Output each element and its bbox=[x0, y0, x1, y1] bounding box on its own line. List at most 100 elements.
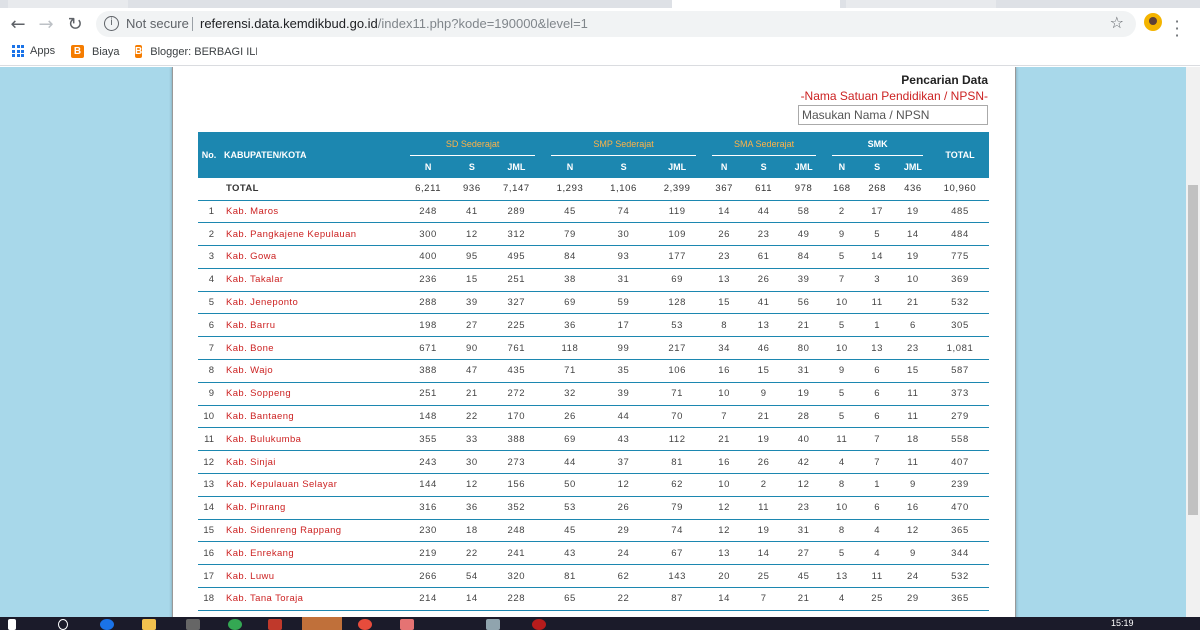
app-icon[interactable] bbox=[486, 619, 500, 630]
subheader-cell: S bbox=[744, 156, 784, 178]
value-cell: 251 bbox=[489, 268, 544, 292]
col-no-header: No. bbox=[198, 132, 220, 178]
region-link[interactable]: Kab. Sinjai bbox=[220, 450, 402, 475]
value-cell: 119 bbox=[650, 200, 704, 224]
value-cell: 39 bbox=[454, 291, 490, 315]
total-value-cell: 7,147 bbox=[489, 178, 544, 201]
value-cell: 9 bbox=[824, 359, 860, 383]
value-cell: 36 bbox=[543, 313, 597, 338]
browser-tab[interactable] bbox=[846, 0, 996, 8]
value-cell: 365 bbox=[931, 519, 989, 543]
value-cell: 16 bbox=[703, 450, 745, 475]
value-cell: 15 bbox=[703, 291, 745, 315]
omnibox-separator bbox=[192, 17, 193, 31]
profile-avatar[interactable] bbox=[1144, 13, 1162, 31]
value-cell: 27 bbox=[783, 541, 825, 566]
value-cell: 273 bbox=[489, 450, 544, 475]
reload-icon[interactable]: ↻ bbox=[63, 12, 87, 36]
info-icon[interactable]: i bbox=[104, 16, 119, 31]
region-link[interactable]: Kab. Pinrang bbox=[220, 496, 402, 520]
value-cell: 17 bbox=[596, 313, 651, 338]
value-cell: 15 bbox=[454, 268, 490, 292]
menu-kebab-icon[interactable]: · · · bbox=[1172, 14, 1182, 44]
scrollbar-thumb[interactable] bbox=[1188, 185, 1198, 515]
value-cell: 248 bbox=[489, 519, 544, 543]
bookmark-apps[interactable]: Apps bbox=[12, 45, 55, 57]
subheader-cell: S bbox=[859, 156, 895, 178]
value-cell: 24 bbox=[596, 541, 651, 566]
back-arrow-icon[interactable]: ← bbox=[6, 12, 30, 36]
region-link[interactable]: Kab. Bulukumba bbox=[220, 427, 402, 452]
table-row: 15 Kab. Sidenreng Rappang 230 18 248 45 29 74 12… bbox=[198, 519, 989, 543]
os-taskbar: 15:19 bbox=[0, 617, 1200, 630]
row-number: 2 bbox=[198, 222, 220, 247]
region-link[interactable]: Kab. Enrekang bbox=[220, 541, 402, 566]
value-cell: 19 bbox=[744, 519, 784, 543]
table-row: 1 Kab. Maros 248 41 289 45 74 119 14 44 58 2 17 19 485 bbox=[198, 200, 989, 224]
row-number: 14 bbox=[198, 496, 220, 520]
value-cell: 12 bbox=[454, 222, 490, 247]
app-icon[interactable] bbox=[186, 619, 200, 630]
region-link[interactable]: Kab. Takalar bbox=[220, 268, 402, 292]
bookmark-blogger[interactable]: B Blogger: BERBAGI ILMU bbox=[135, 45, 257, 58]
value-cell: 775 bbox=[931, 245, 989, 269]
value-cell: 11 bbox=[859, 564, 895, 589]
table-row: 9 Kab. Soppeng 251 21 272 32 39 71 10 9 19 5 6 11 373 bbox=[198, 382, 989, 406]
folder-icon[interactable] bbox=[142, 619, 156, 630]
region-link[interactable]: Kab. Bone bbox=[220, 336, 402, 361]
value-cell: 53 bbox=[650, 313, 704, 338]
value-cell: 671 bbox=[402, 336, 455, 361]
value-cell: 29 bbox=[894, 587, 931, 611]
value-cell: 36 bbox=[454, 496, 490, 520]
region-link[interactable]: Kab. Luwu bbox=[220, 564, 402, 589]
search-icon[interactable] bbox=[58, 619, 68, 630]
region-link[interactable]: Kab. Jeneponto bbox=[220, 291, 402, 315]
value-cell: 35 bbox=[596, 359, 651, 383]
chrome-icon[interactable] bbox=[228, 619, 242, 630]
region-link[interactable]: Kab. Pangkajene Kepulauan bbox=[220, 222, 402, 247]
region-link[interactable]: Kab. Kepulauan Selayar bbox=[220, 473, 402, 497]
region-link[interactable]: Kab. Bantaeng bbox=[220, 405, 402, 429]
table-row: 4 Kab. Takalar 236 15 251 38 31 69 13 26 39 7 3 10 369 bbox=[198, 268, 989, 292]
value-cell: 38 bbox=[543, 268, 597, 292]
value-cell: 37 bbox=[596, 450, 651, 475]
table-row: 12 Kab. Sinjai 243 30 273 44 37 81 16 26 42 4 7 11 407 bbox=[198, 450, 989, 475]
value-cell: 761 bbox=[489, 336, 544, 361]
bookmark-biaya[interactable]: B Biaya bbox=[71, 45, 120, 58]
active-app-icon[interactable] bbox=[302, 617, 342, 630]
browser-tab-active[interactable] bbox=[672, 0, 840, 8]
value-cell: 248 bbox=[402, 200, 455, 224]
table-row: 13 Kab. Kepulauan Selayar 144 12 156 50 12 62 10… bbox=[198, 473, 989, 497]
app-icon[interactable] bbox=[532, 619, 546, 630]
region-link[interactable]: Kab. Sidenreng Rappang bbox=[220, 519, 402, 543]
region-link[interactable]: Kab. Maros bbox=[220, 200, 402, 224]
region-link[interactable]: Kab. Tana Toraja bbox=[220, 587, 402, 611]
app-icon[interactable] bbox=[268, 619, 282, 630]
value-cell: 27 bbox=[454, 313, 490, 338]
bookmark-star-icon[interactable]: ☆ bbox=[1110, 13, 1124, 32]
region-link[interactable]: Kab. Wajo bbox=[220, 359, 402, 383]
edge-icon[interactable] bbox=[100, 619, 114, 630]
url-path: /index11.php?kode=190000&level=1 bbox=[377, 16, 588, 31]
value-cell: 5 bbox=[824, 382, 860, 406]
value-cell: 6 bbox=[859, 382, 895, 406]
value-cell: 8 bbox=[824, 519, 860, 543]
search-input[interactable] bbox=[798, 105, 988, 125]
app-icon[interactable] bbox=[358, 619, 372, 630]
vertical-scrollbar[interactable] bbox=[1186, 67, 1200, 617]
total-value-cell: 2,399 bbox=[650, 178, 704, 201]
app-icon[interactable] bbox=[400, 619, 414, 630]
region-link[interactable]: Kab. Gowa bbox=[220, 245, 402, 269]
region-link[interactable]: Kab. Barru bbox=[220, 313, 402, 338]
url-text[interactable]: referensi.data.kemdikbud.go.id/index11.p… bbox=[200, 16, 588, 31]
total-value-cell: 1,293 bbox=[543, 178, 597, 201]
forward-arrow-icon[interactable]: → bbox=[34, 12, 58, 36]
url-host: referensi.data.kemdikbud.go.id bbox=[200, 16, 378, 31]
start-icon[interactable] bbox=[8, 619, 16, 630]
region-link[interactable]: Kab. Soppeng bbox=[220, 382, 402, 406]
browser-tab[interactable] bbox=[8, 0, 128, 8]
value-cell: 10 bbox=[824, 496, 860, 520]
value-cell: 558 bbox=[931, 427, 989, 452]
value-cell: 2 bbox=[824, 200, 860, 224]
address-bar[interactable]: i Not secure referensi.data.kemdikbud.go… bbox=[96, 11, 1136, 37]
